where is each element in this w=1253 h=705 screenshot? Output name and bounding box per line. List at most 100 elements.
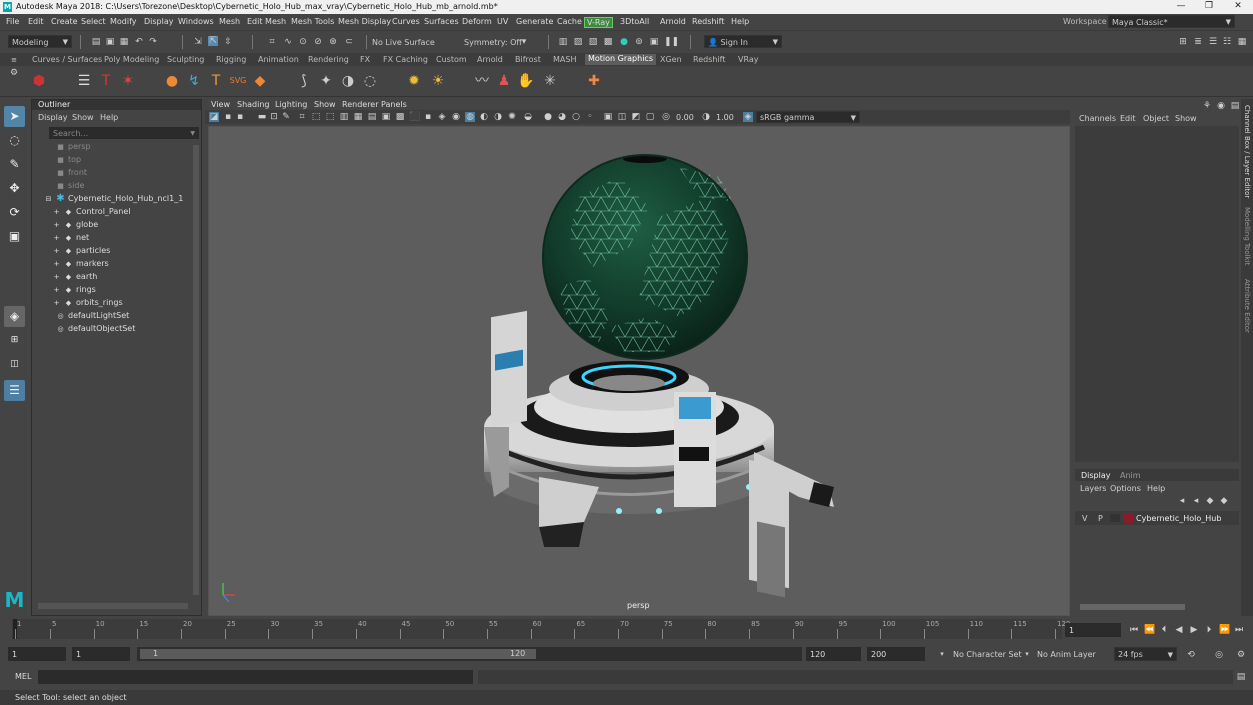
shelf-tab-curves-surfaces[interactable]: Curves / Surfaces [32, 55, 102, 64]
menu-modify[interactable]: Modify [110, 17, 137, 26]
viewport-menu-view[interactable]: View [211, 100, 230, 109]
render-region-icon[interactable]: ▣ [649, 37, 659, 47]
side-tab-modelling-toolkit[interactable]: Modelling Toolkit [1243, 207, 1251, 265]
range-start-inner-field[interactable]: 1 [72, 647, 130, 661]
menu-mesh-display[interactable]: Mesh Display [338, 17, 391, 26]
select-by-object-icon[interactable]: ⇱ [208, 36, 218, 46]
menu-create[interactable]: Create [51, 17, 78, 26]
shelf-tab-fx[interactable]: FX [360, 55, 370, 64]
side-tab-attribute-editor[interactable]: Attribute Editor [1243, 279, 1251, 333]
tool-settings-icon[interactable]: ☰ [1208, 37, 1218, 47]
outliner-item-side[interactable]: ■ side [56, 179, 84, 192]
color-space-dropdown[interactable]: sRGB gamma ▼ [756, 111, 860, 123]
outliner-layout-icon[interactable]: ☰ [4, 380, 25, 401]
motion-blur-icon[interactable]: ✺ [507, 112, 517, 122]
range-bar-handle[interactable]: 1 120 [140, 649, 536, 659]
channels-menu-object[interactable]: Object [1143, 114, 1169, 123]
channels-menu-edit[interactable]: Edit [1120, 114, 1136, 123]
scatter-icon[interactable]: ✦ [316, 71, 336, 91]
sweep-icon[interactable]: ⟆ [294, 71, 314, 91]
exposure-icon[interactable]: ◎ [661, 112, 671, 122]
shelf-menu-icon[interactable]: ≡ [9, 55, 19, 65]
shelf-tab-sculpting[interactable]: Sculpting [167, 55, 204, 64]
curve-warp-icon[interactable]: ↯ [184, 71, 204, 91]
use-all-lights-icon[interactable]: ◍ [465, 112, 475, 122]
anti-aliasing-icon[interactable]: ◒ [523, 112, 533, 122]
shelf-tab-vray[interactable]: VRay [738, 55, 759, 64]
field-chart-icon[interactable]: ▦ [353, 112, 363, 122]
tab-anim[interactable]: Anim [1120, 471, 1141, 480]
xray-active-icon[interactable]: ▣ [603, 112, 613, 122]
ipr-render-icon[interactable]: ▧ [588, 37, 598, 47]
shadows-icon[interactable]: ◐ [479, 112, 489, 122]
gate-mask-icon[interactable]: ▥ [339, 112, 349, 122]
outliner-item-net[interactable]: + ◆ net [52, 231, 90, 244]
menu-redshift[interactable]: Redshift [692, 17, 724, 26]
menu-edit[interactable]: Edit [28, 17, 44, 26]
layers-menu-layers[interactable]: Layers [1080, 484, 1106, 493]
revolve-icon[interactable]: ◌ [360, 71, 380, 91]
snap-view-plane-icon[interactable]: ⊘ [313, 37, 323, 47]
move-tool-icon[interactable]: ✥ [4, 178, 25, 199]
outliner-item-particles[interactable]: + ◆ particles [52, 244, 111, 257]
viewport-menu-shading[interactable]: Shading [237, 100, 270, 109]
shelf-tab-redshift[interactable]: Redshift [693, 55, 725, 64]
menu-arnold[interactable]: Arnold [660, 17, 686, 26]
menu-file[interactable]: File [6, 17, 19, 26]
outliner-menu-display[interactable]: Display [38, 113, 68, 122]
new-scene-icon[interactable]: ▤ [91, 37, 101, 47]
shelf-tab-fx-caching[interactable]: FX Caching [383, 55, 428, 64]
grid-toggle-icon[interactable]: ⌗ [297, 112, 307, 122]
camera-attributes-icon[interactable]: ▪ [223, 112, 233, 122]
display-layer-row[interactable]: V P Cybernetic_Holo_Hub [1075, 511, 1239, 525]
layer-playback-toggle[interactable]: P [1098, 514, 1103, 523]
type-tool-icon[interactable]: T [96, 71, 116, 91]
outliner-item-markers[interactable]: + ◆ markers [52, 257, 109, 270]
snap-live-icon[interactable]: ⊛ [328, 37, 338, 47]
outliner-item-front[interactable]: ■ front [56, 166, 87, 179]
menu-deform[interactable]: Deform [462, 17, 492, 26]
step-forward-icon[interactable]: ⏩ [1219, 625, 1230, 635]
workspace-dropdown[interactable]: Maya Classic* ▼ [1108, 15, 1235, 28]
two-view-icon[interactable]: ◫ [4, 354, 25, 375]
viewport-menu-renderer[interactable]: Renderer [342, 100, 379, 109]
outliner-item-orbits-rings[interactable]: + ◆ orbits_rings [52, 296, 123, 309]
layers-menu-help[interactable]: Help [1147, 484, 1165, 493]
light-icon[interactable]: ✹ [404, 71, 424, 91]
minimize-button[interactable]: — [1168, 0, 1194, 14]
panel-layout-icon[interactable]: ▦ [1237, 37, 1247, 47]
sun-icon[interactable]: ☀ [428, 71, 448, 91]
pause-render-icon[interactable]: ❚❚ [664, 37, 679, 47]
shelf-tab-mash[interactable]: MASH [553, 55, 576, 64]
outliner-menu-help[interactable]: Help [100, 113, 118, 122]
auto-key-icon[interactable]: ◎ [1214, 650, 1224, 660]
render-settings-icon[interactable]: ▩ [603, 37, 613, 47]
layer-type-box[interactable] [1110, 514, 1120, 522]
resolution-gate-icon[interactable]: ⬚ [325, 112, 335, 122]
isolate-view-icon[interactable]: ▢ [645, 112, 655, 122]
fps-dropdown[interactable]: 24 fps ▼ [1114, 647, 1177, 661]
new-empty-layer-icon[interactable]: ◆ [1205, 496, 1215, 506]
snap-point-icon[interactable]: ⊙ [298, 37, 308, 47]
text-icon[interactable]: T [206, 71, 226, 91]
hand-icon[interactable]: ✋ [516, 71, 536, 91]
scale-tool-icon[interactable]: ▣ [4, 226, 25, 247]
layer-horizontal-scrollbar[interactable] [1080, 604, 1185, 610]
menu-edit-mesh[interactable]: Edit Mesh [247, 17, 286, 26]
step-back-key-icon[interactable]: ⏴ [1159, 625, 1169, 635]
layers-menu-options[interactable]: Options [1110, 484, 1141, 493]
outliner-item-default-light-set[interactable]: ◎ defaultLightSet [56, 309, 129, 322]
time-ruler[interactable]: 1 5 10 15 20 25 30 35 40 45 50 55 60 65 70 75 80 85 90 95 10… [12, 619, 1070, 639]
script-editor-icon[interactable]: ▤ [1236, 672, 1246, 682]
backface-icon[interactable]: ◫ [617, 112, 627, 122]
menu-windows[interactable]: Windows [178, 17, 214, 26]
viewport-3d[interactable]: persp [208, 126, 1070, 616]
new-layer-selected-icon[interactable]: ◆ [1219, 496, 1229, 506]
step-forward-key-icon[interactable]: ⏵ [1204, 625, 1214, 635]
ball-icon[interactable]: ● [162, 71, 182, 91]
go-to-end-icon[interactable]: ⏭ [1234, 625, 1244, 635]
move-layer-up-icon[interactable]: ◂ [1177, 496, 1187, 506]
sign-in-dropdown[interactable]: 👤 Sign In ▼ [704, 35, 782, 48]
character-set-label[interactable]: No Character Set [953, 650, 1022, 659]
menu-mesh[interactable]: Mesh [219, 17, 240, 26]
